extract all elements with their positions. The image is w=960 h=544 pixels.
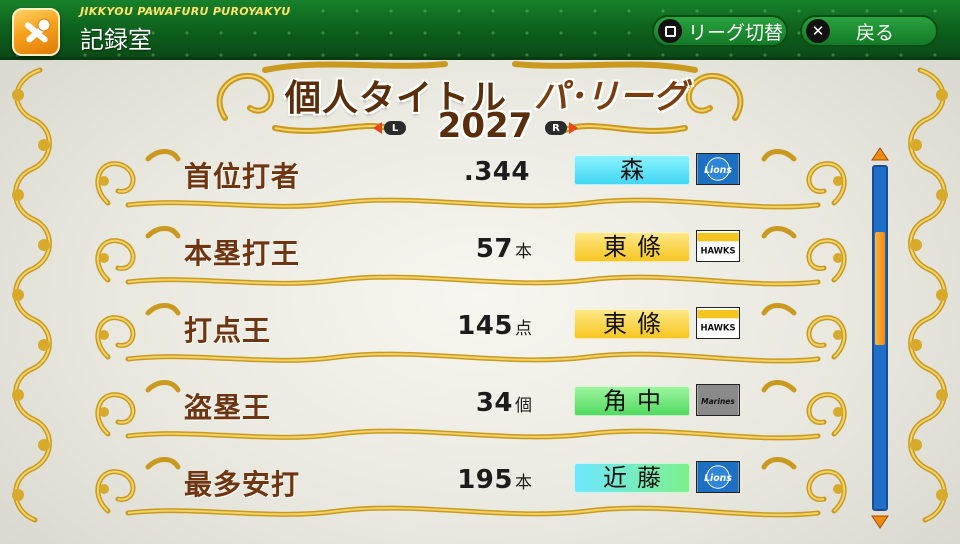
bat-and-ball-icon xyxy=(12,8,60,56)
banner-league: パ･リーグ xyxy=(534,77,687,117)
hawks-logo: HAWKS xyxy=(696,307,740,339)
svg-text:Lions: Lions xyxy=(704,165,732,176)
title-row[interactable]: 盗塁王 34 個 角中 Marines xyxy=(88,376,854,448)
title-value-number: .344 xyxy=(463,157,530,187)
title-value: .344 xyxy=(464,157,532,187)
title-value-number: 195 xyxy=(457,465,513,495)
player-name: 角中 xyxy=(574,386,690,416)
league-switch-button[interactable]: リーグ切替 xyxy=(652,15,788,47)
arrow-right-icon xyxy=(569,122,578,134)
player-name: 東條 xyxy=(574,309,690,339)
league-switch-label: リーグ切替 xyxy=(688,21,784,44)
app-subtitle: JIKKYOU PAWAFURU PUROYAKYU xyxy=(80,5,291,18)
square-button-icon xyxy=(658,19,682,43)
svg-text:Lions: Lions xyxy=(704,473,732,484)
title-category: 最多安打 xyxy=(184,468,301,501)
next-year-button[interactable]: R xyxy=(545,121,578,135)
back-label: 戻る xyxy=(856,21,895,44)
l-button-icon: L xyxy=(384,121,406,135)
season-year: 2027 xyxy=(437,106,533,146)
title-row[interactable]: 本塁打王 57 本 東條 HAWKS xyxy=(88,222,854,294)
hawks-logo: HAWKS xyxy=(696,230,740,262)
title-row[interactable]: 打点王 145 点 東條 HAWKS xyxy=(88,299,854,371)
svg-text:HAWKS: HAWKS xyxy=(700,246,735,256)
title-value: 145 点 xyxy=(457,311,532,341)
arrow-left-icon xyxy=(373,122,382,134)
player-name: 東條 xyxy=(574,232,690,262)
title-value-number: 57 xyxy=(475,234,513,264)
svg-text:Marines: Marines xyxy=(701,397,735,406)
scroll-down-arrow-icon[interactable] xyxy=(871,515,889,529)
scroll-up-arrow-icon[interactable] xyxy=(871,147,889,161)
title-value-number: 145 xyxy=(457,311,513,341)
lions-logo: Lions xyxy=(696,153,740,185)
previous-year-button[interactable]: L xyxy=(373,121,406,135)
title-category: 盗塁王 xyxy=(184,391,272,424)
title-category: 首位打者 xyxy=(184,160,301,193)
right-gold-ornament xyxy=(908,67,948,523)
title-value-unit: 個 xyxy=(515,396,532,416)
title-value-unit: 本 xyxy=(515,242,532,262)
title-value-unit: 本 xyxy=(515,473,532,493)
title-value: 34 個 xyxy=(476,388,532,418)
scrollbar-thumb[interactable] xyxy=(875,231,885,345)
title-value: 195 本 xyxy=(457,465,532,495)
r-button-icon: R xyxy=(545,121,567,135)
title-value-unit: 点 xyxy=(515,319,532,339)
cross-button-icon: ✕ xyxy=(806,19,830,43)
player-name: 近藤 xyxy=(574,463,690,493)
back-button[interactable]: ✕ 戻る xyxy=(800,15,938,47)
svg-text:HAWKS: HAWKS xyxy=(700,323,735,333)
title-row[interactable]: 首位打者 .344 森 Lions xyxy=(88,145,854,217)
title-category: 打点王 xyxy=(184,314,272,347)
title-row[interactable]: 最多安打 195 本 近藤 Lions xyxy=(88,453,854,525)
title-category: 本塁打王 xyxy=(184,237,301,270)
fighters-logo: Lions xyxy=(696,461,740,493)
player-name: 森 xyxy=(574,155,690,185)
page-title: 記録室 xyxy=(80,26,152,54)
marines-logo: Marines xyxy=(696,384,740,416)
title-value-number: 34 xyxy=(475,388,513,418)
title-value: 57 本 xyxy=(476,234,532,264)
left-gold-ornament xyxy=(12,67,52,523)
